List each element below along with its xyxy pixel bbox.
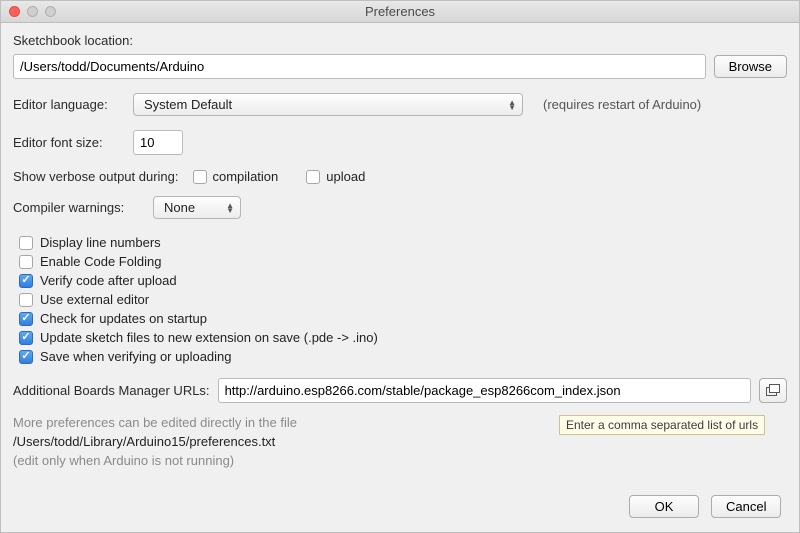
minimize-icon[interactable] <box>27 6 38 17</box>
editor-language-select[interactable]: System Default ▲▼ <box>133 93 523 116</box>
updown-icon: ▲▼ <box>226 203 234 213</box>
cancel-button[interactable]: Cancel <box>711 495 781 518</box>
window-title: Preferences <box>1 4 799 19</box>
use-external-editor-label: Use external editor <box>40 292 149 307</box>
compilation-label: compilation <box>213 169 279 184</box>
content: Sketchbook location: Browse Editor langu… <box>1 23 799 532</box>
more-prefs-path: /Users/todd/Library/Arduino15/preference… <box>13 434 787 449</box>
enable-code-folding-label: Enable Code Folding <box>40 254 161 269</box>
compilation-checkbox[interactable] <box>193 170 207 184</box>
boards-url-input[interactable] <box>218 378 751 403</box>
display-line-numbers-checkbox[interactable] <box>19 236 33 250</box>
editor-font-size-input[interactable] <box>133 130 183 155</box>
enable-code-folding-checkbox[interactable] <box>19 255 33 269</box>
updown-icon: ▲▼ <box>508 100 516 110</box>
window-controls <box>9 6 56 17</box>
editor-language-hint: (requires restart of Arduino) <box>543 97 701 112</box>
compiler-warnings-label: Compiler warnings: <box>13 200 145 215</box>
editor-language-value: System Default <box>144 97 232 112</box>
boards-url-manage-button[interactable] <box>759 378 787 403</box>
editor-font-size-label: Editor font size: <box>13 135 125 150</box>
display-line-numbers-label: Display line numbers <box>40 235 161 250</box>
ok-button[interactable]: OK <box>629 495 699 518</box>
verify-code-after-upload-label: Verify code after upload <box>40 273 177 288</box>
verify-code-after-upload-checkbox[interactable] <box>19 274 33 288</box>
boards-url-tooltip: Enter a comma separated list of urls <box>559 415 765 435</box>
save-when-verifying-label: Save when verifying or uploading <box>40 349 232 364</box>
save-when-verifying-checkbox[interactable] <box>19 350 33 364</box>
preferences-window: Preferences Sketchbook location: Browse … <box>0 0 800 533</box>
upload-checkbox[interactable] <box>306 170 320 184</box>
verbose-output-label: Show verbose output during: <box>13 169 179 184</box>
more-prefs-line3: (edit only when Arduino is not running) <box>13 453 787 468</box>
windows-icon <box>766 384 781 397</box>
check-updates-label: Check for updates on startup <box>40 311 207 326</box>
update-ext-label: Update sketch files to new extension on … <box>40 330 378 345</box>
sketchbook-path-input[interactable] <box>13 54 706 79</box>
check-updates-checkbox[interactable] <box>19 312 33 326</box>
sketchbook-location-label: Sketchbook location: <box>13 33 787 48</box>
compiler-warnings-select[interactable]: None ▲▼ <box>153 196 241 219</box>
compiler-warnings-value: None <box>164 200 195 215</box>
zoom-icon[interactable] <box>45 6 56 17</box>
boards-url-label: Additional Boards Manager URLs: <box>13 383 210 398</box>
browse-button[interactable]: Browse <box>714 55 787 78</box>
update-ext-checkbox[interactable] <box>19 331 33 345</box>
close-icon[interactable] <box>9 6 20 17</box>
titlebar: Preferences <box>1 1 799 23</box>
editor-language-label: Editor language: <box>13 97 125 112</box>
use-external-editor-checkbox[interactable] <box>19 293 33 307</box>
upload-label: upload <box>326 169 365 184</box>
